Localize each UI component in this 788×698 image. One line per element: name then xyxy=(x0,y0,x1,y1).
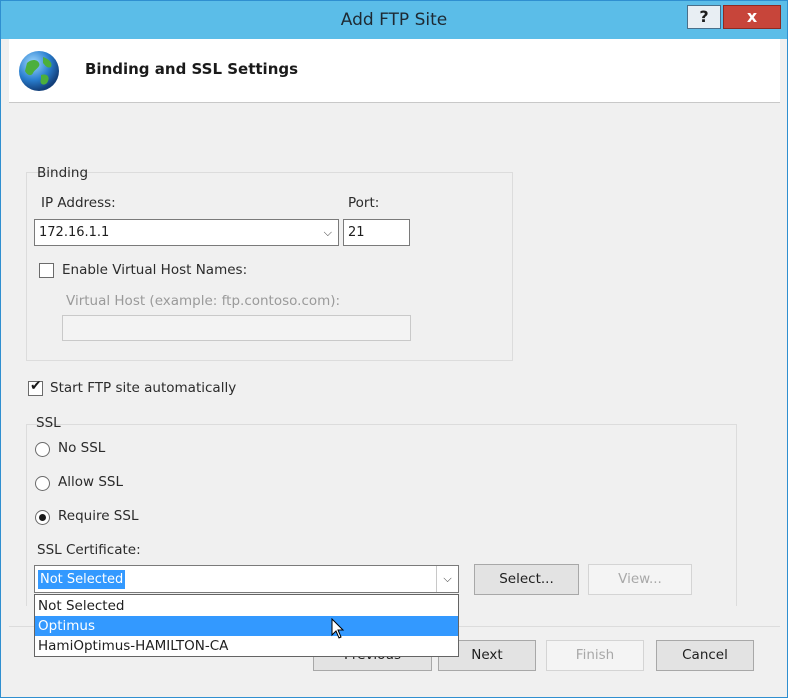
view-certificate-button[interactable]: View... xyxy=(588,564,692,595)
port-value: 21 xyxy=(348,225,365,240)
cancel-button[interactable]: Cancel xyxy=(656,640,754,671)
ssl-certificate-select[interactable]: Not Selected ⌵ xyxy=(34,565,459,593)
content-area: Binding IP Address: 172.16.1.1 ⌵ Port: 2… xyxy=(9,104,780,626)
dropdown-option-not-selected[interactable]: Not Selected xyxy=(35,596,458,616)
require-ssl-label: Require SSL xyxy=(58,508,139,524)
select-certificate-button[interactable]: Select... xyxy=(474,564,579,595)
page-title: Binding and SSL Settings xyxy=(85,60,299,78)
ip-address-value: 172.16.1.1 xyxy=(39,225,110,240)
no-ssl-label: No SSL xyxy=(58,440,106,456)
start-ftp-automatically-label: Start FTP site automatically xyxy=(50,380,237,396)
chevron-down-icon: ⌵ xyxy=(323,226,332,239)
virtual-host-input[interactable] xyxy=(62,315,411,341)
close-button[interactable]: x xyxy=(723,5,781,29)
enable-virtual-host-checkbox[interactable] xyxy=(39,263,54,278)
checkmark-icon: ✔ xyxy=(30,378,42,394)
allow-ssl-radio[interactable] xyxy=(35,476,50,491)
title-bar[interactable]: Add FTP Site ? x xyxy=(1,1,787,39)
port-label: Port: xyxy=(348,195,380,211)
globe-icon xyxy=(19,51,59,91)
dropdown-option-optimus[interactable]: Optimus xyxy=(35,616,458,636)
require-ssl-radio[interactable] xyxy=(35,510,50,525)
ip-address-label: IP Address: xyxy=(41,195,116,211)
help-button[interactable]: ? xyxy=(687,5,721,29)
dropdown-option-hamioptimus[interactable]: HamiOptimus-HAMILTON-CA xyxy=(35,636,458,656)
ip-address-select[interactable]: 172.16.1.1 ⌵ xyxy=(34,219,339,246)
wizard-header: Binding and SSL Settings xyxy=(9,39,780,103)
virtual-host-label: Virtual Host (example: ftp.contoso.com): xyxy=(66,293,341,309)
ssl-group-label: SSL xyxy=(36,415,61,431)
allow-ssl-label: Allow SSL xyxy=(58,474,123,490)
ssl-certificate-value: Not Selected xyxy=(38,570,126,589)
start-ftp-automatically-checkbox[interactable]: ✔ xyxy=(28,378,43,396)
port-input[interactable]: 21 xyxy=(343,219,410,246)
mouse-cursor-icon xyxy=(331,618,345,639)
add-ftp-site-dialog: Add FTP Site ? x Binding and SSL Setting… xyxy=(0,0,788,698)
ssl-certificate-label: SSL Certificate: xyxy=(37,542,141,558)
no-ssl-radio[interactable] xyxy=(35,442,50,457)
chevron-down-icon[interactable]: ⌵ xyxy=(436,566,458,592)
ssl-certificate-dropdown: Not Selected Optimus HamiOptimus-HAMILTO… xyxy=(34,594,459,657)
binding-group-label: Binding xyxy=(37,165,89,181)
radio-selected-dot xyxy=(39,514,46,521)
enable-virtual-host-label: Enable Virtual Host Names: xyxy=(62,262,248,278)
window-title: Add FTP Site xyxy=(340,10,448,30)
finish-button[interactable]: Finish xyxy=(546,640,644,671)
